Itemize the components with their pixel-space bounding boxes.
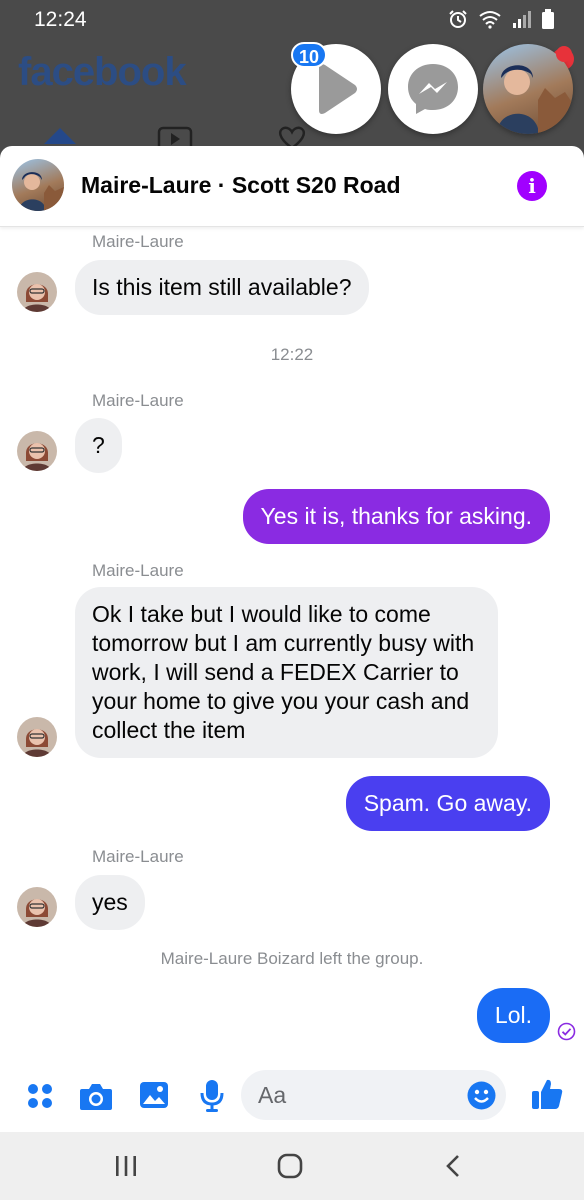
camera-icon[interactable]: [79, 1081, 113, 1111]
emoji-icon[interactable]: [467, 1081, 496, 1110]
back-icon[interactable]: [444, 1154, 462, 1178]
outgoing-message[interactable]: Spam. Go away.: [345, 776, 550, 831]
outgoing-message[interactable]: Lol.: [476, 988, 550, 1043]
incoming-message[interactable]: Is this item still available?: [75, 260, 369, 315]
sender-avatar-photo: [17, 887, 57, 927]
incoming-message[interactable]: Ok I take but I would like to come tomor…: [75, 587, 498, 758]
group-event: Maire-Laure Boizard left the group.: [160, 949, 424, 968]
sender-name: Maire-Laure: [92, 232, 184, 251]
dating-icon: [278, 126, 306, 148]
sender-avatar[interactable]: [17, 887, 57, 927]
video-badge: 10: [291, 42, 327, 68]
timestamp: 12:22: [270, 345, 314, 364]
incoming-message[interactable]: ?: [75, 418, 122, 473]
group-avatar[interactable]: [12, 159, 64, 211]
home-button-icon[interactable]: [277, 1153, 303, 1179]
facebook-logo: facebook: [18, 50, 187, 94]
wifi-icon: [479, 11, 501, 29]
status-time: 12:24: [34, 8, 87, 31]
alarm-icon: [449, 10, 467, 28]
recent-apps-icon[interactable]: [114, 1155, 138, 1177]
sender-avatar-photo: [17, 431, 57, 471]
status-icons: [448, 9, 554, 29]
chat-head-dot: [556, 46, 572, 62]
outgoing-message[interactable]: Yes it is, thanks for asking.: [242, 489, 550, 544]
group-avatar-photo: [19, 172, 64, 211]
chat-header: Maire-Laure · Scott S20 Road i: [0, 146, 584, 227]
battery-icon: [542, 9, 554, 29]
sender-name: Maire-Laure: [92, 847, 184, 866]
signal-icon: [513, 11, 531, 28]
messenger-icon: [408, 64, 458, 114]
like-icon[interactable]: [530, 1077, 564, 1111]
info-icon: i: [528, 174, 536, 198]
info-button[interactable]: i: [517, 171, 547, 201]
sender-avatar[interactable]: [17, 272, 57, 312]
chat-title[interactable]: Maire-Laure · Scott S20 Road: [81, 172, 401, 199]
status-bar: 12:24: [0, 0, 584, 38]
incoming-message[interactable]: yes: [75, 875, 145, 930]
watch-icon: [157, 126, 193, 148]
gallery-icon[interactable]: [139, 1080, 169, 1110]
sender-avatar-photo: [17, 717, 57, 757]
sender-avatar[interactable]: [17, 431, 57, 471]
more-actions-icon[interactable]: [27, 1083, 53, 1109]
android-nav-bar: [0, 1132, 584, 1200]
sender-avatar[interactable]: [17, 717, 57, 757]
sender-name: Maire-Laure: [92, 391, 184, 410]
seen-check-icon: [557, 1022, 576, 1041]
microphone-icon[interactable]: [199, 1079, 225, 1113]
sender-avatar-photo: [17, 272, 57, 312]
messenger-chat-head[interactable]: [388, 44, 478, 134]
sender-name: Maire-Laure: [92, 561, 184, 580]
